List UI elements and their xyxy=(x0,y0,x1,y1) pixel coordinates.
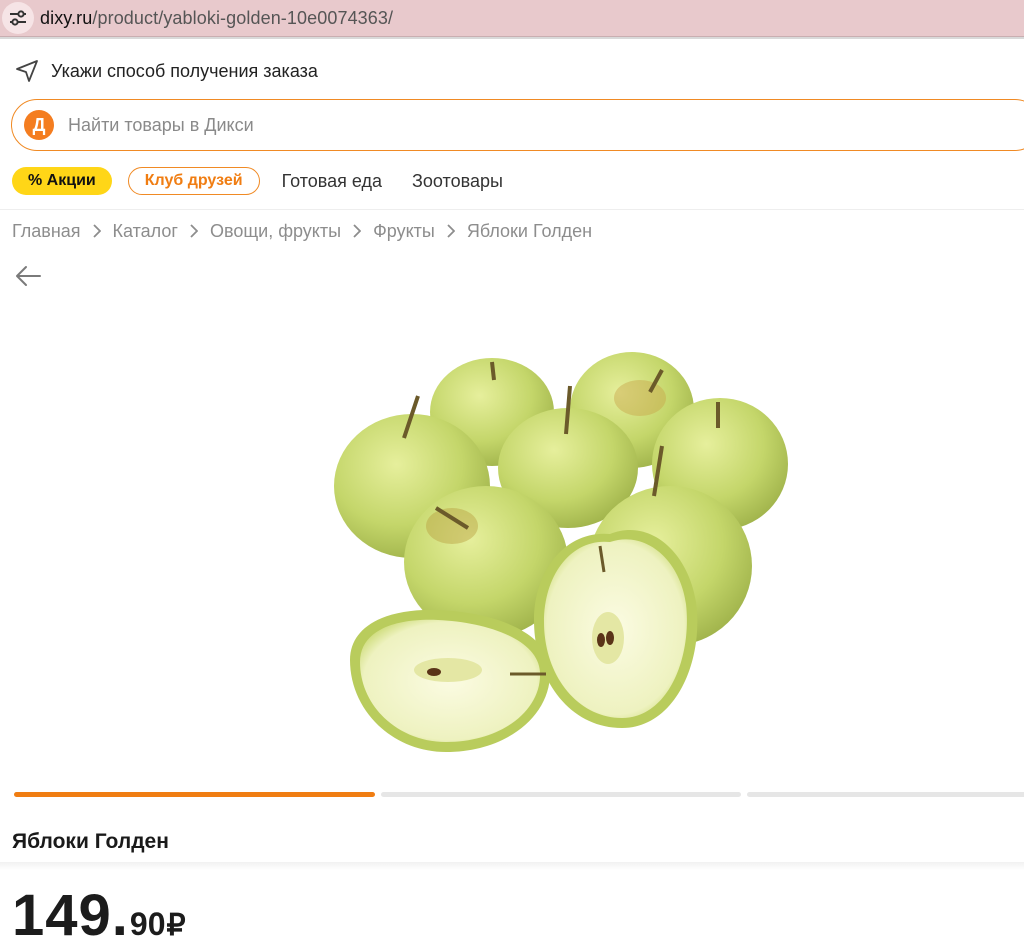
delivery-method-selector[interactable]: Укажи способ получения заказа xyxy=(14,58,318,84)
navigation-arrow-icon xyxy=(16,60,38,82)
dixy-logo-icon: Д xyxy=(24,110,54,140)
breadcrumb-current: Яблоки Голден xyxy=(466,220,593,241)
chevron-right-icon xyxy=(92,224,101,238)
price-integer: 149 xyxy=(12,883,112,948)
url-text[interactable]: dixy.ru/product/yabloki-golden-10e007436… xyxy=(40,8,393,29)
breadcrumb-vegetables-fruits[interactable]: Овощи, фрукты xyxy=(210,221,341,242)
chevron-right-icon xyxy=(447,224,455,238)
back-arrow-icon[interactable] xyxy=(14,264,42,288)
delivery-method-label: Укажи способ получения заказа xyxy=(51,60,318,81)
chevron-right-icon xyxy=(353,224,362,238)
browser-address-bar[interactable]: dixy.ru/product/yabloki-golden-10e007436… xyxy=(0,0,1024,37)
search-input[interactable] xyxy=(66,113,670,137)
promo-chip[interactable]: % Акции xyxy=(12,167,112,195)
carousel-slide-indicator[interactable] xyxy=(14,792,375,797)
chevron-right-icon xyxy=(190,224,198,238)
category-nav: % Акции Клуб друзей Готовая еда Зоотовар… xyxy=(12,166,503,196)
nav-link-ready-food[interactable]: Готовая еда xyxy=(282,171,382,192)
divider xyxy=(0,37,1024,39)
breadcrumb-fruits[interactable]: Фрукты xyxy=(373,221,435,242)
site-info-icon[interactable] xyxy=(2,2,34,34)
breadcrumb: Главная Каталог Овощи, фрукты Фрукты Ябл… xyxy=(12,218,592,244)
url-path: /product/yabloki-golden-10e0074363/ xyxy=(92,7,394,28)
search-bar[interactable]: Д xyxy=(11,99,1024,151)
carousel-slide-indicator[interactable] xyxy=(381,792,741,797)
image-carousel-indicator xyxy=(14,792,1024,797)
product-price: 149. 90 ₽ xyxy=(12,882,186,949)
breadcrumb-home[interactable]: Главная xyxy=(12,221,81,242)
divider xyxy=(0,862,1024,870)
friends-club-chip[interactable]: Клуб друзей xyxy=(127,167,260,195)
price-currency: ₽ xyxy=(166,909,186,942)
url-host: dixy.ru xyxy=(40,7,93,28)
product-title: Яблоки Голден xyxy=(12,830,169,853)
divider xyxy=(0,209,1024,210)
breadcrumb-catalog[interactable]: Каталог xyxy=(113,221,178,242)
nav-link-pet-goods[interactable]: Зоотовары xyxy=(412,171,503,192)
price-fraction: 90 xyxy=(129,906,166,942)
carousel-slide-indicator[interactable] xyxy=(747,792,1024,797)
price-dot: . xyxy=(111,883,128,948)
product-image[interactable] xyxy=(320,340,800,760)
